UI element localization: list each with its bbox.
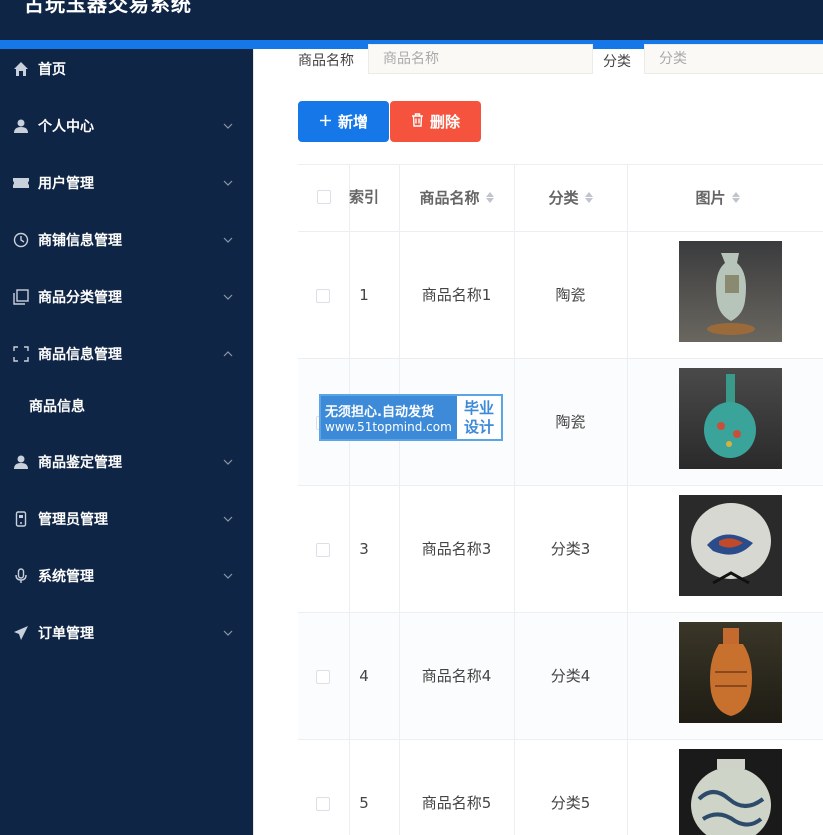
row-checkbox[interactable]	[316, 797, 330, 811]
row-category: 分类5	[550, 794, 591, 812]
home-icon	[12, 60, 30, 78]
chevron-down-icon	[222, 627, 234, 639]
row-checkbox[interactable]	[316, 670, 330, 684]
app-title: 古玩玉器交易系统	[24, 0, 192, 16]
sidebar-item-label: 商品分类管理	[38, 290, 122, 306]
sidebar: 首页 个人中心 用户管理 商铺信息管理 商品分类管理 商品信息管理 商品信息 商…	[0, 49, 253, 835]
row-index: 3	[359, 539, 369, 558]
search-name-label: 商品名称	[298, 53, 354, 69]
sidebar-item-label: 商品鉴定管理	[38, 455, 122, 471]
search-category-input[interactable]	[644, 44, 823, 74]
row-index: 1	[359, 285, 369, 304]
select-all-cell	[298, 164, 349, 230]
row-category: 分类3	[550, 540, 591, 558]
sidebar-item-appraisal-management[interactable]: 商品鉴定管理	[0, 442, 253, 482]
row-name: 商品名称5	[421, 794, 492, 812]
sidebar-item-label: 管理员管理	[38, 512, 108, 528]
sidebar-subitem-product-info[interactable]: 商品信息	[0, 386, 253, 426]
sidebar-item-label: 商品信息管理	[38, 347, 122, 363]
search-name-input[interactable]	[368, 44, 593, 74]
product-image	[679, 622, 782, 723]
sidebar-item-label: 首页	[38, 62, 66, 78]
user-icon	[12, 117, 30, 135]
sidebar-item-system-management[interactable]: 系统管理	[0, 556, 253, 596]
watermark-tag: 毕业 设计	[457, 396, 501, 439]
sort-icon	[584, 191, 593, 203]
sidebar-item-personal-center[interactable]: 个人中心	[0, 106, 253, 146]
add-button-label: 新增	[337, 113, 368, 131]
product-image	[679, 495, 782, 596]
app-header: 古玩玉器交易系统	[0, 0, 823, 40]
column-header-index: 索引	[349, 188, 380, 206]
column-header-category-label: 分类	[548, 188, 579, 207]
sidebar-item-label: 系统管理	[38, 569, 94, 585]
sidebar-item-shop-info[interactable]: 商铺信息管理	[0, 220, 253, 260]
watermark-line1: 无须担心.自动发货	[325, 405, 434, 420]
plus-icon	[319, 113, 332, 131]
sort-icon	[485, 191, 494, 203]
send-icon	[12, 624, 30, 642]
watermark-banner: 无须担心.自动发货 www.51topmind.com 毕业 设计	[319, 394, 503, 441]
chevron-down-icon	[222, 513, 234, 525]
watermark-tag-bottom: 设计	[463, 417, 494, 436]
row-category: 陶瓷	[555, 286, 586, 304]
chevron-down-icon	[222, 456, 234, 468]
phone-icon	[12, 510, 30, 528]
clock-icon	[12, 231, 30, 249]
row-checkbox[interactable]	[316, 543, 330, 557]
row-checkbox[interactable]	[316, 289, 330, 303]
ticket-icon	[12, 174, 30, 192]
row-name: 商品名称3	[421, 540, 492, 558]
column-header-name-label: 商品名称	[419, 188, 480, 207]
microphone-icon	[12, 567, 30, 585]
sidebar-item-user-management[interactable]: 用户管理	[0, 163, 253, 203]
sidebar-item-order-management[interactable]: 订单管理	[0, 613, 253, 653]
chevron-down-icon	[222, 570, 234, 582]
delete-button[interactable]: 删除	[390, 101, 481, 142]
column-header-name[interactable]: 商品名称	[399, 164, 514, 230]
chevron-down-icon	[222, 177, 234, 189]
row-name: 商品名称1	[421, 286, 492, 304]
sidebar-item-home[interactable]: 首页	[0, 49, 253, 89]
sidebar-item-label: 用户管理	[38, 176, 94, 192]
fullscreen-icon	[12, 345, 30, 363]
copy-icon	[12, 288, 30, 306]
search-category-label: 分类	[603, 54, 631, 70]
product-table: 索引 商品名称 分类 图片 1 商品名称1 陶瓷 陶瓷 3 商品名称3 分类3 …	[298, 164, 823, 835]
watermark-text: 无须担心.自动发货 www.51topmind.com	[321, 396, 457, 439]
sidebar-item-label: 商品信息	[29, 399, 85, 415]
sidebar-item-product-info-management[interactable]: 商品信息管理	[0, 334, 253, 374]
watermark-line2: www.51topmind.com	[325, 420, 452, 434]
sidebar-item-label: 商铺信息管理	[38, 233, 122, 249]
row-category: 陶瓷	[555, 413, 586, 431]
trash-icon	[411, 112, 424, 131]
sidebar-item-admin-management[interactable]: 管理员管理	[0, 499, 253, 539]
row-name: 商品名称4	[421, 667, 492, 685]
sidebar-item-category-management[interactable]: 商品分类管理	[0, 277, 253, 317]
column-header-image-label: 图片	[695, 188, 726, 207]
chevron-up-icon	[222, 348, 234, 360]
user-icon	[12, 453, 30, 471]
column-header-category[interactable]: 分类	[514, 164, 627, 230]
product-image	[679, 749, 782, 835]
row-index: 5	[359, 793, 369, 812]
row-category: 分类4	[550, 667, 591, 685]
sidebar-item-label: 订单管理	[38, 626, 94, 642]
delete-button-label: 删除	[429, 113, 460, 131]
product-image	[679, 368, 782, 469]
chevron-down-icon	[222, 291, 234, 303]
row-index: 4	[359, 666, 369, 685]
sidebar-item-label: 个人中心	[38, 119, 94, 135]
chevron-down-icon	[222, 234, 234, 246]
sort-icon	[731, 191, 740, 203]
watermark-tag-top: 毕业	[463, 398, 494, 417]
sidebar-divider	[253, 49, 254, 835]
select-all-checkbox[interactable]	[316, 190, 331, 204]
product-image	[679, 241, 782, 342]
chevron-down-icon	[222, 120, 234, 132]
add-button[interactable]: 新增	[298, 101, 389, 142]
column-header-image[interactable]: 图片	[627, 164, 808, 230]
